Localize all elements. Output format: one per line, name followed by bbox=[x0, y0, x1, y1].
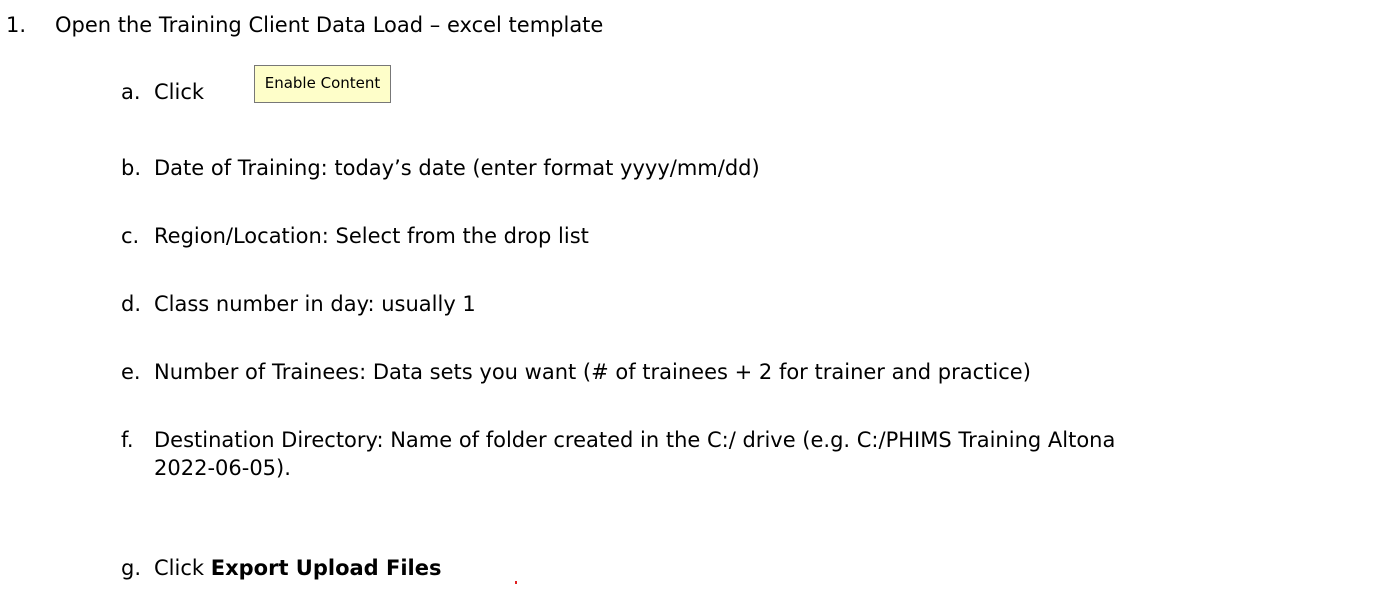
substep-letter: b. bbox=[121, 156, 142, 180]
substep-letter: d. bbox=[121, 292, 142, 316]
export-upload-files-label: Export Upload Files bbox=[210, 556, 442, 580]
step-text: Open the Training Client Data Load – exc… bbox=[55, 13, 604, 37]
substep-letter: c. bbox=[121, 224, 140, 248]
substep-text: Click bbox=[154, 80, 205, 104]
enable-content-label: Enable Content bbox=[264, 74, 381, 92]
click-word: Click bbox=[154, 556, 205, 580]
enable-content-button[interactable]: Enable Content bbox=[254, 65, 391, 103]
step-number: 1. bbox=[6, 13, 27, 37]
substep-letter: f. bbox=[121, 428, 134, 452]
substep-text: Class number in day: usually 1 bbox=[154, 292, 476, 316]
substep-text-line2: 2022-06-05). bbox=[154, 456, 291, 480]
substep-text: Number of Trainees: Data sets you want (… bbox=[154, 360, 1031, 384]
substep-text: Click Export Upload Files bbox=[154, 555, 442, 581]
substep-letter: a. bbox=[121, 80, 141, 104]
substep-text-line1: Destination Directory: Name of folder cr… bbox=[154, 428, 1116, 452]
substep-text: Date of Training: today’s date (enter fo… bbox=[154, 156, 760, 180]
substep-letter: g. bbox=[121, 556, 142, 580]
red-mark bbox=[515, 581, 517, 584]
substep-letter: e. bbox=[121, 360, 141, 384]
substep-text: Region/Location: Select from the drop li… bbox=[154, 224, 589, 248]
